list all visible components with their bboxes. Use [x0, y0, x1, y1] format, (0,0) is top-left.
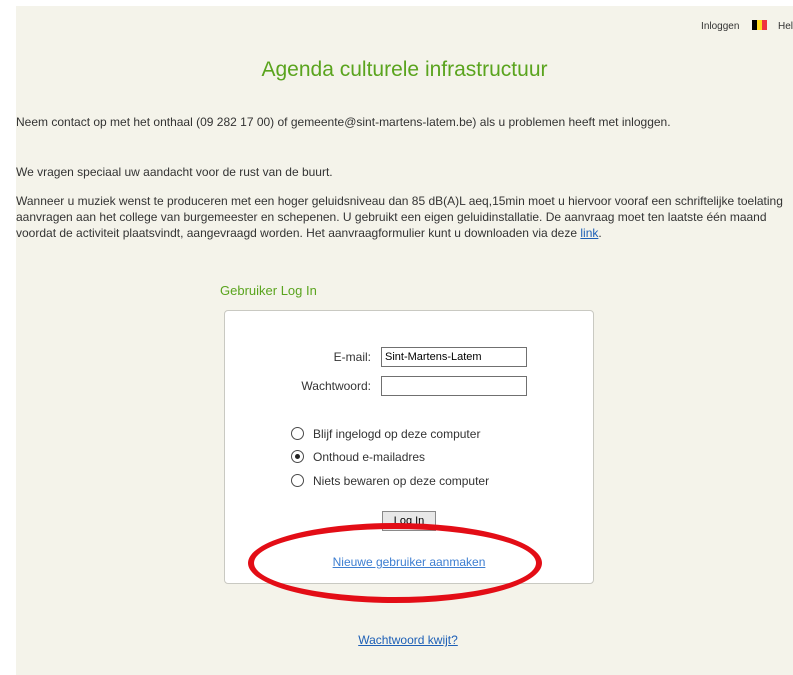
radio-button-selected[interactable]: [291, 450, 304, 463]
help-link[interactable]: Hel: [778, 21, 793, 32]
top-navigation: Inloggen Hel: [701, 20, 793, 32]
noise-rules-text: Wanneer u muziek wenst te produceren met…: [16, 194, 783, 240]
download-form-link[interactable]: link: [580, 226, 598, 240]
save-nothing-label: Niets bewaren op deze computer: [313, 474, 490, 488]
notice-paragraph: We vragen speciaal uw aandacht voor de r…: [16, 165, 333, 179]
remember-email-label: Onthoud e-mailadres: [313, 450, 426, 464]
login-section-title: Gebruiker Log In: [220, 283, 317, 298]
belgian-flag-icon[interactable]: [752, 20, 768, 30]
email-label: E-mail:: [333, 350, 371, 364]
radio-button[interactable]: [291, 474, 304, 487]
password-field[interactable]: [381, 376, 527, 396]
remember-email-option[interactable]: Onthoud e-mailadres: [291, 450, 425, 464]
contact-paragraph: Neem contact op met het onthaal (09 282 …: [16, 115, 671, 129]
noise-rules-end: .: [598, 226, 602, 240]
login-form: E-mail: Wachtwoord: Blijf ingelogd op de…: [224, 310, 594, 584]
page-container: Inloggen Hel Agenda culturele infrastruc…: [16, 6, 793, 675]
radio-button[interactable]: [291, 427, 304, 440]
save-nothing-option[interactable]: Niets bewaren op deze computer: [291, 474, 489, 488]
login-button[interactable]: Log In: [382, 511, 436, 531]
login-link[interactable]: Inloggen: [701, 21, 739, 32]
remember-login-label: Blijf ingelogd op deze computer: [313, 427, 481, 441]
remember-login-option[interactable]: Blijf ingelogd op deze computer: [291, 427, 480, 441]
forgot-password-link[interactable]: Wachtwoord kwijt?: [16, 633, 793, 647]
password-label: Wachtwoord:: [301, 379, 371, 393]
page-title: Agenda culturele infrastructuur: [261, 58, 548, 81]
email-field[interactable]: [381, 347, 527, 367]
noise-rules-paragraph: Wanneer u muziek wenst te produceren met…: [16, 193, 784, 241]
new-user-link[interactable]: Nieuwe gebruiker aanmaken: [225, 555, 593, 569]
